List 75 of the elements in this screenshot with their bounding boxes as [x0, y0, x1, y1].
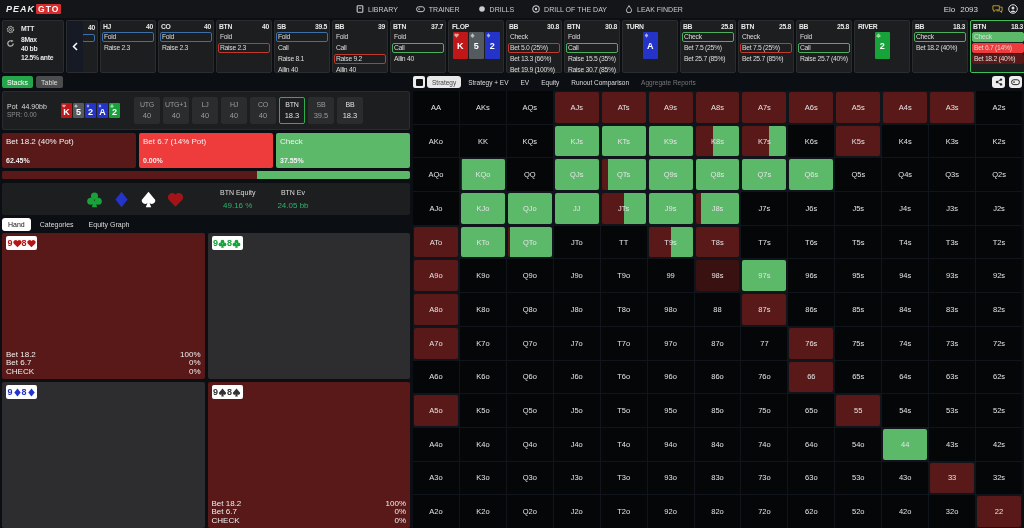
stat-label: CHECK: [6, 367, 34, 376]
logo-badge[interactable]: GTO: [36, 4, 62, 14]
elo-label: Elo: [943, 4, 956, 14]
card-rank: 9: [213, 238, 218, 248]
share-icon: [994, 78, 1003, 86]
settings-icon[interactable]: [6, 25, 15, 34]
heart-icon: [453, 33, 459, 38]
card-rank: A: [646, 40, 654, 51]
card-rank: K: [456, 40, 464, 51]
stat-value: 100%: [385, 499, 406, 508]
card-rank: A: [99, 106, 106, 118]
combo-tile[interactable]: 9 8 Bet 18.2 100% Bet 6.7 0% CHECK 0%: [207, 382, 410, 528]
refresh-icon[interactable]: [6, 39, 15, 48]
card-rank: K: [63, 106, 70, 118]
club-icon: [232, 238, 242, 248]
back-button[interactable]: [67, 21, 83, 72]
card-rank: 5: [76, 106, 81, 118]
share-button[interactable]: [992, 76, 1005, 88]
gamepad-icon: [415, 5, 425, 13]
combo-tile[interactable]: 9 8: [2, 382, 205, 528]
gamepad-icon: [1011, 78, 1020, 86]
diamond-icon: [643, 33, 649, 38]
elo-rating: 2093: [960, 4, 978, 14]
club-icon: [875, 33, 881, 38]
card-rank: 2: [489, 40, 495, 51]
dot-icon: [477, 5, 486, 13]
book-icon: [356, 5, 364, 13]
card-rank: 8: [21, 387, 27, 397]
stat-value: 0%: [188, 367, 201, 376]
card-rank: 2: [112, 106, 117, 118]
action-label: Bet 6.7 (14% Pot): [143, 137, 208, 146]
stat-label: Bet 18.2: [6, 350, 36, 359]
card-rank: 8: [21, 238, 27, 248]
stat-value: 100%: [180, 350, 201, 359]
stat-value: 0%: [394, 508, 406, 517]
stat-label: CHECK: [211, 516, 240, 525]
card-rank: 2: [88, 106, 93, 118]
logo-text[interactable]: PEAK: [6, 4, 35, 14]
card-rank: 5: [473, 40, 479, 51]
heart-icon: [62, 104, 66, 108]
user-icon[interactable]: [1008, 4, 1018, 14]
card-rank: 9: [7, 387, 13, 397]
chevron-left-icon: [72, 42, 78, 51]
card-rank: 8: [227, 238, 233, 248]
card-rank: 9: [7, 238, 13, 248]
card-rank: 9: [213, 387, 218, 397]
target-icon: [532, 5, 541, 13]
club-icon: [110, 104, 114, 108]
diamond-icon: [485, 33, 491, 38]
toggle-button[interactable]: [413, 76, 425, 88]
action-label: Bet 18.2 (40% Pot): [6, 137, 75, 146]
card-rank: 8: [227, 387, 233, 397]
equity-value: 49.16 %: [223, 200, 253, 210]
action-label: Check: [280, 137, 304, 146]
heart-icon: [167, 190, 184, 208]
stat-label: Bet 6.7: [6, 359, 32, 368]
gamepad-button[interactable]: [1009, 76, 1022, 88]
spade-icon: [140, 190, 157, 208]
diamond-icon: [86, 104, 90, 108]
equity-value: 24.05 bb: [277, 200, 309, 210]
combo-tile[interactable]: 9 8: [207, 233, 410, 379]
stat-label: Bet 6.7: [211, 508, 237, 517]
chat-icon[interactable]: [992, 4, 1003, 14]
card-rank: 2: [879, 40, 885, 51]
spade-icon: [469, 33, 475, 38]
stat-value: 0%: [188, 359, 201, 368]
club-icon: [86, 190, 103, 208]
drop-icon: [625, 5, 633, 13]
spade-icon: [74, 104, 78, 108]
stat-value: 0%: [394, 516, 406, 525]
club-icon: [218, 238, 227, 248]
diamond-icon: [98, 104, 102, 108]
combo-tile[interactable]: 9 8 Bet 18.2 100% Bet 6.7 0% CHECK 0%: [2, 233, 205, 379]
diamond-icon: [113, 190, 130, 208]
stat-label: Bet 18.2: [211, 499, 242, 508]
